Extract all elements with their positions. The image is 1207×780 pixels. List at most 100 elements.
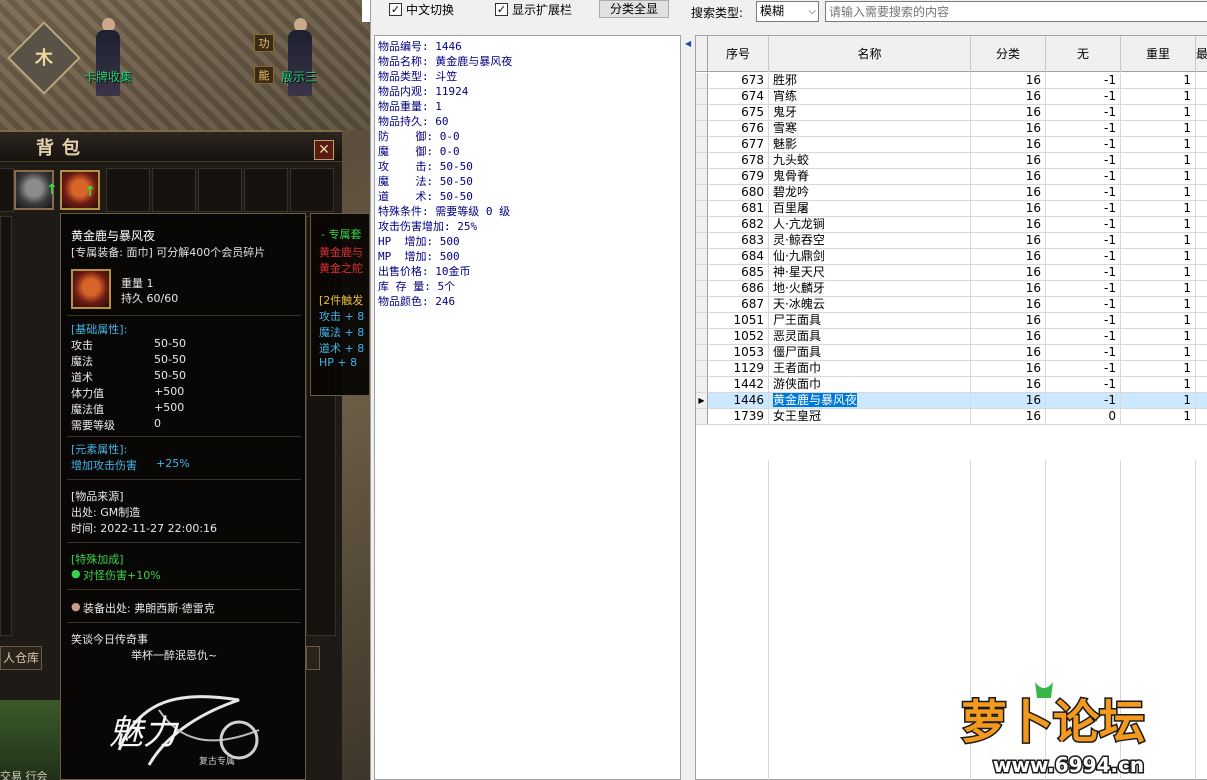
cell-category[interactable]: 16 — [971, 265, 1046, 281]
cell-none[interactable]: -1 — [1046, 89, 1121, 105]
row-indicator[interactable] — [696, 89, 708, 105]
cell-name[interactable]: 仙·九鼎剑 — [769, 249, 971, 265]
cell-id[interactable]: 1739 — [708, 409, 769, 425]
cell-extra[interactable] — [1196, 377, 1207, 393]
row-indicator[interactable] — [696, 105, 708, 121]
cell-category[interactable]: 16 — [971, 345, 1046, 361]
cell-weight[interactable]: 1 — [1121, 169, 1196, 185]
cell-none[interactable]: -1 — [1046, 249, 1121, 265]
cell-category[interactable]: 16 — [971, 249, 1046, 265]
show-all-categories-button[interactable]: 分类全显 — [599, 0, 669, 18]
cell-none[interactable]: -1 — [1046, 361, 1121, 377]
cell-name[interactable]: 鬼牙 — [769, 105, 971, 121]
table-row[interactable]: 684 仙·九鼎剑 16 -1 1 — [696, 249, 1207, 265]
cell-id[interactable]: 680 — [708, 185, 769, 201]
cell-weight[interactable]: 1 — [1121, 409, 1196, 425]
cell-name[interactable]: 黄金鹿与暴风夜 — [769, 393, 971, 409]
row-indicator[interactable] — [696, 73, 708, 89]
cell-none[interactable]: -1 — [1046, 201, 1121, 217]
cell-weight[interactable]: 1 — [1121, 89, 1196, 105]
row-indicator[interactable] — [696, 153, 708, 169]
cell-name[interactable]: 恶灵面具 — [769, 329, 971, 345]
cell-extra[interactable] — [1196, 137, 1207, 153]
bag-slot[interactable] — [0, 168, 14, 212]
cell-extra[interactable] — [1196, 313, 1207, 329]
row-indicator[interactable] — [696, 345, 708, 361]
cell-id[interactable]: 673 — [708, 73, 769, 89]
search-input[interactable] — [825, 1, 1207, 22]
cell-name[interactable]: 地·火麟牙 — [769, 281, 971, 297]
table-row[interactable]: 1052 恶灵面具 16 -1 1 — [696, 329, 1207, 345]
cell-name[interactable]: 九头蛟 — [769, 153, 971, 169]
column-header-none[interactable]: 无 — [1046, 36, 1121, 72]
cell-weight[interactable]: 1 — [1121, 137, 1196, 153]
cell-name[interactable]: 百里屠 — [769, 201, 971, 217]
row-indicator[interactable] — [696, 377, 708, 393]
cell-category[interactable]: 16 — [971, 89, 1046, 105]
cell-category[interactable]: 16 — [971, 105, 1046, 121]
cell-category[interactable]: 16 — [971, 233, 1046, 249]
cell-extra[interactable] — [1196, 281, 1207, 297]
cell-weight[interactable]: 1 — [1121, 185, 1196, 201]
cell-extra[interactable] — [1196, 169, 1207, 185]
cell-name[interactable]: 人·亢龙锏 — [769, 217, 971, 233]
cell-name[interactable]: 魅影 — [769, 137, 971, 153]
row-indicator[interactable] — [696, 297, 708, 313]
row-indicator[interactable] — [696, 265, 708, 281]
row-indicator[interactable] — [696, 329, 708, 345]
table-row[interactable]: 1053 僵尸面具 16 -1 1 — [696, 345, 1207, 361]
cell-category[interactable]: 16 — [971, 137, 1046, 153]
cell-none[interactable]: -1 — [1046, 153, 1121, 169]
cell-none[interactable]: -1 — [1046, 345, 1121, 361]
cell-weight[interactable]: 1 — [1121, 281, 1196, 297]
cell-category[interactable]: 16 — [971, 281, 1046, 297]
row-indicator[interactable] — [696, 169, 708, 185]
cell-none[interactable]: -1 — [1046, 169, 1121, 185]
cell-name[interactable]: 宵练 — [769, 89, 971, 105]
cell-weight[interactable]: 1 — [1121, 361, 1196, 377]
cell-extra[interactable] — [1196, 105, 1207, 121]
cell-none[interactable]: -1 — [1046, 329, 1121, 345]
cell-weight[interactable]: 1 — [1121, 345, 1196, 361]
cell-extra[interactable] — [1196, 393, 1207, 409]
table-row[interactable]: 680 碧龙吟 16 -1 1 — [696, 185, 1207, 201]
cell-none[interactable]: -1 — [1046, 185, 1121, 201]
column-header-name[interactable]: 名称 — [769, 36, 971, 72]
cell-id[interactable]: 677 — [708, 137, 769, 153]
chinese-toggle-checkbox[interactable]: ✓ 中文切换 — [389, 1, 454, 17]
table-row[interactable]: 674 宵练 16 -1 1 — [696, 89, 1207, 105]
cell-name[interactable]: 尸王面具 — [769, 313, 971, 329]
row-indicator[interactable] — [696, 409, 708, 425]
cell-extra[interactable] — [1196, 201, 1207, 217]
row-indicator[interactable] — [696, 233, 708, 249]
table-row[interactable]: ▶ 1446 黄金鹿与暴风夜 16 -1 1 — [696, 393, 1207, 409]
warehouse-button[interactable]: 人仓库 — [0, 646, 42, 670]
cell-extra[interactable] — [1196, 265, 1207, 281]
cell-id[interactable]: 683 — [708, 233, 769, 249]
cell-category[interactable]: 16 — [971, 377, 1046, 393]
cell-name[interactable]: 鬼骨脊 — [769, 169, 971, 185]
cell-name[interactable]: 游侠面巾 — [769, 377, 971, 393]
table-row[interactable]: 678 九头蛟 16 -1 1 — [696, 153, 1207, 169]
cell-id[interactable]: 682 — [708, 217, 769, 233]
cell-weight[interactable]: 1 — [1121, 153, 1196, 169]
cell-name[interactable]: 僵尸面具 — [769, 345, 971, 361]
cell-extra[interactable] — [1196, 249, 1207, 265]
cell-id[interactable]: 1052 — [708, 329, 769, 345]
table-row[interactable]: 1442 游侠面巾 16 -1 1 — [696, 377, 1207, 393]
cell-extra[interactable] — [1196, 73, 1207, 89]
show-extend-checkbox[interactable]: ✓ 显示扩展栏 — [495, 1, 572, 17]
cell-category[interactable]: 16 — [971, 361, 1046, 377]
cell-extra[interactable] — [1196, 297, 1207, 313]
cell-category[interactable]: 16 — [971, 185, 1046, 201]
cell-weight[interactable]: 1 — [1121, 377, 1196, 393]
table-row[interactable]: 687 天·冰魄云 16 -1 1 — [696, 297, 1207, 313]
column-header-category[interactable]: 分类 — [971, 36, 1046, 72]
cell-id[interactable]: 676 — [708, 121, 769, 137]
cell-none[interactable]: -1 — [1046, 121, 1121, 137]
cell-weight[interactable]: 1 — [1121, 249, 1196, 265]
table-row[interactable]: 1129 王者面巾 16 -1 1 — [696, 361, 1207, 377]
row-indicator[interactable] — [696, 185, 708, 201]
row-indicator[interactable] — [696, 281, 708, 297]
cell-id[interactable]: 679 — [708, 169, 769, 185]
